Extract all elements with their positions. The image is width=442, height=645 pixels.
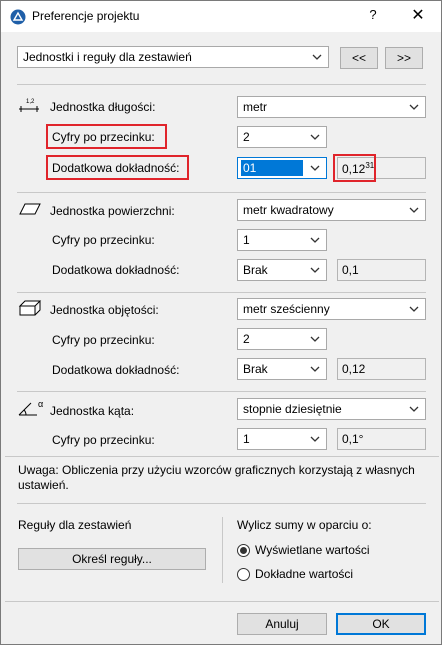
chevron-down-icon — [310, 267, 320, 273]
chevron-down-icon — [310, 436, 320, 442]
length-unit-select[interactable]: metr — [237, 96, 426, 118]
area-preview: 0,1 — [337, 259, 426, 281]
close-button[interactable]: ✕ — [403, 5, 433, 27]
angle-unit-select[interactable]: stopnie dziesiętnie — [237, 398, 426, 420]
area-extra-select[interactable]: Brak — [237, 259, 327, 281]
next-page-button[interactable]: >> — [385, 47, 423, 69]
radio-dot — [240, 547, 247, 554]
chevron-down-icon — [310, 237, 320, 243]
title-bar: Preferencje projektu ? ✕ — [1, 1, 441, 32]
angle-decimals-label: Cyfry po przecinku: — [52, 433, 155, 447]
sums-displayed-label[interactable]: Wyświetlane wartości — [255, 542, 370, 558]
chevron-down-icon — [310, 366, 320, 372]
area-unit-icon — [19, 203, 41, 215]
volume-unit-value: metr sześcienny — [243, 302, 330, 316]
volume-decimals-value: 2 — [243, 332, 250, 346]
svg-text:1,2: 1,2 — [26, 99, 35, 105]
area-unit-label: Jednostka powierzchni: — [50, 204, 175, 218]
volume-decimals-select[interactable]: 2 — [237, 328, 327, 350]
length-unit-value: metr — [243, 100, 267, 114]
area-unit-select[interactable]: metr kwadratowy — [237, 199, 426, 221]
volume-unit-select[interactable]: metr sześcienny — [237, 298, 426, 320]
volume-decimals-label: Cyfry po przecinku: — [52, 333, 155, 347]
angle-preview: 0,1° — [337, 428, 426, 450]
vertical-divider — [222, 517, 223, 583]
divider — [5, 601, 439, 602]
area-preview-text: 0,1 — [342, 263, 359, 277]
area-decimals-value: 1 — [243, 233, 250, 247]
cancel-button[interactable]: Anuluj — [237, 613, 327, 635]
chevron-down-icon — [310, 165, 320, 171]
divider — [17, 503, 426, 504]
length-decimals-select[interactable]: 2 — [237, 126, 327, 148]
chevron-down-icon — [409, 207, 419, 213]
length-decimals-value: 2 — [243, 130, 250, 144]
sums-heading: Wylicz sumy w oparciu o: — [237, 518, 372, 532]
divider — [5, 456, 439, 457]
chevron-down-icon — [409, 306, 419, 312]
angle-unit-value: stopnie dziesiętnie — [243, 402, 342, 416]
prev-page-button[interactable]: << — [340, 47, 378, 69]
define-rules-button[interactable]: Określ reguły... — [18, 548, 206, 570]
divider — [17, 292, 426, 293]
sums-displayed-radio[interactable] — [237, 544, 250, 557]
volume-unit-icon — [18, 300, 42, 316]
sums-exact-radio[interactable] — [237, 568, 250, 581]
angle-decimals-value: 1 — [243, 432, 250, 446]
area-unit-value: metr kwadratowy — [243, 203, 334, 217]
angle-decimals-select[interactable]: 1 — [237, 428, 327, 450]
chevron-down-icon — [409, 406, 419, 412]
volume-extra-select[interactable]: Brak — [237, 358, 327, 380]
length-unit-label: Jednostka długości: — [50, 100, 156, 114]
length-unit-icon: 1,2 — [19, 99, 39, 112]
divider — [17, 84, 426, 85]
window-title: Preferencje projektu — [32, 9, 140, 23]
chevron-down-icon — [310, 134, 320, 140]
area-extra-value: Brak — [243, 263, 268, 277]
angle-preview-text: 0,1° — [342, 432, 364, 446]
sums-exact-label[interactable]: Dokładne wartości — [255, 566, 353, 582]
volume-preview-text: 0,12 — [342, 362, 366, 376]
volume-unit-label: Jednostka objętości: — [50, 303, 159, 317]
svg-text:α: α — [38, 399, 43, 409]
note-line-1: Uwaga: Obliczenia przy użyciu wzorców gr… — [18, 463, 415, 477]
help-button[interactable]: ? — [361, 7, 385, 27]
page-select[interactable]: Jednostki i reguły dla zestawień — [17, 46, 329, 68]
app-logo-icon — [10, 9, 26, 25]
length-decimals-label: Cyfry po przecinku: — [52, 130, 155, 144]
divider — [17, 192, 426, 193]
angle-unit-icon: α — [18, 399, 43, 416]
volume-preview: 0,12 — [337, 358, 426, 380]
length-extra-label: Dodatkowa dokładność: — [52, 161, 180, 175]
angle-unit-label: Jednostka kąta: — [50, 404, 135, 418]
area-decimals-select[interactable]: 1 — [237, 229, 327, 251]
volume-extra-value: Brak — [243, 362, 268, 376]
area-decimals-label: Cyfry po przecinku: — [52, 233, 155, 247]
highlight-frame — [333, 154, 376, 182]
length-extra-select[interactable]: 01 — [237, 157, 327, 179]
area-extra-label: Dodatkowa dokładność: — [52, 263, 180, 277]
ok-button[interactable]: OK — [336, 613, 426, 635]
note-line-2: ustawień. — [18, 478, 69, 492]
rules-heading: Reguły dla zestawień — [18, 518, 132, 532]
chevron-down-icon — [409, 104, 419, 110]
preferences-dialog: Preferencje projektu ? ✕ Jednostki i reg… — [0, 0, 442, 645]
length-extra-value: 01 — [243, 161, 257, 175]
chevron-down-icon — [312, 54, 322, 60]
divider — [17, 391, 426, 392]
volume-extra-label: Dodatkowa dokładność: — [52, 363, 180, 377]
page-select-value: Jednostki i reguły dla zestawień — [23, 50, 192, 64]
chevron-down-icon — [310, 336, 320, 342]
